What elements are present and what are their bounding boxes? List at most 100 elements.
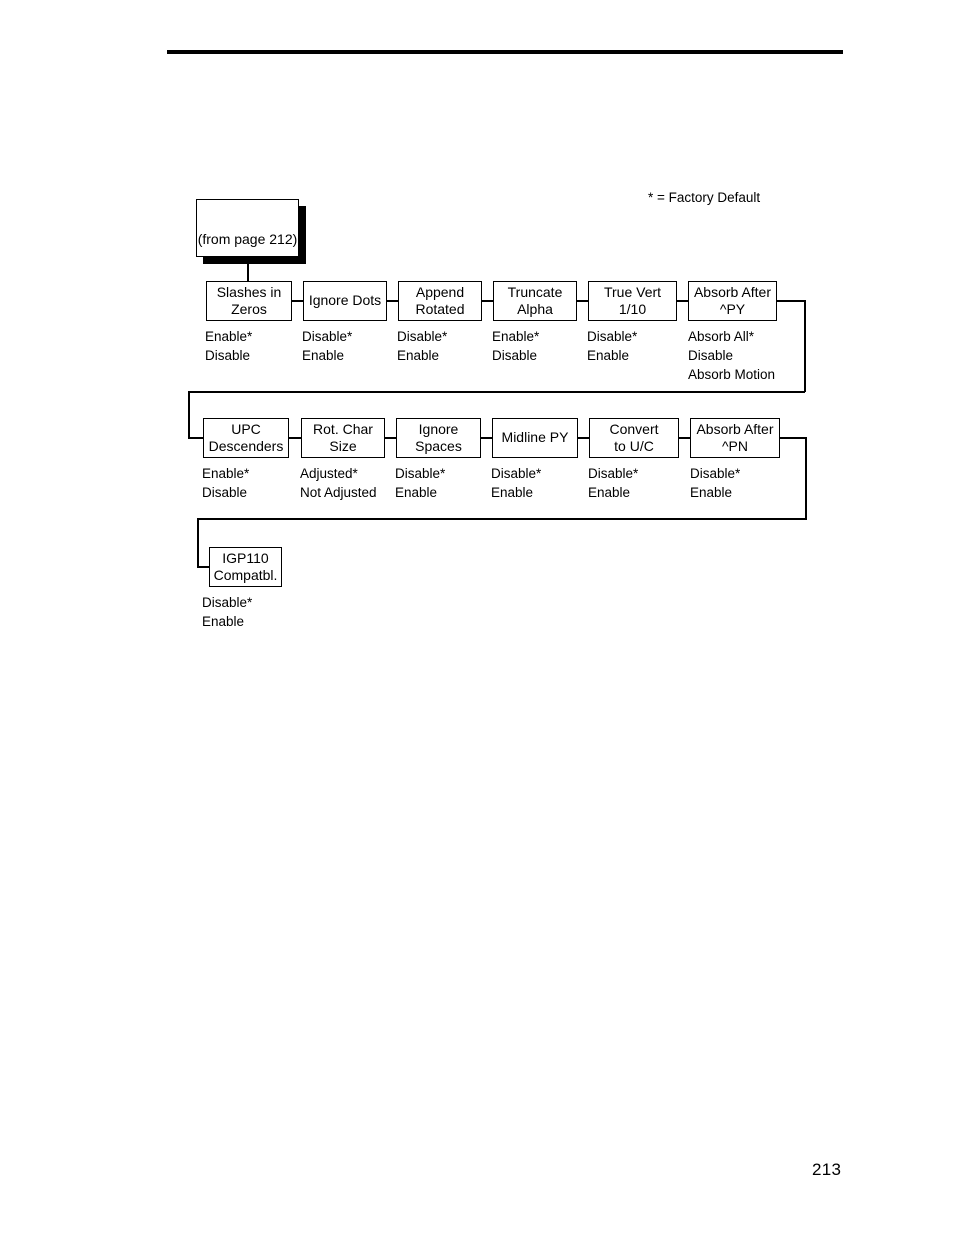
- connector-row2-wrap-down: [188, 391, 190, 438]
- node-upc-descenders[interactable]: UPC Descenders: [203, 418, 289, 458]
- node-slashes-in-zeros[interactable]: Slashes in Zeros: [206, 281, 292, 321]
- node-true-vert-1-10[interactable]: True Vert 1/10: [588, 281, 677, 321]
- node-igp110-compatbl[interactable]: IGP110 Compatbl.: [209, 547, 282, 587]
- option-item[interactable]: Not Adjusted: [300, 483, 377, 502]
- node-label-line1: UPC: [231, 420, 261, 437]
- option-item[interactable]: Enable*: [202, 464, 249, 483]
- node-label-line1: Truncate: [507, 283, 563, 300]
- option-item[interactable]: Absorb Motion: [688, 365, 775, 384]
- options-ignore-dots: Disable* Enable: [302, 327, 352, 365]
- source-node-from-page: (from page 212): [196, 199, 299, 257]
- options-true-vert-1-10: Disable* Enable: [587, 327, 637, 365]
- node-label-line1: Ignore: [418, 420, 459, 437]
- connector-row1-wrap-back: [188, 391, 805, 393]
- option-item[interactable]: Enable: [302, 346, 352, 365]
- node-label-line2: Spaces: [415, 438, 462, 454]
- node-label-line2: Alpha: [517, 301, 553, 317]
- connector-row3-wrap-down: [197, 518, 199, 567]
- connector-row1-4-5: [577, 300, 588, 302]
- options-ignore-spaces: Disable* Enable: [395, 464, 445, 502]
- option-item[interactable]: Disable*: [587, 327, 637, 346]
- option-item[interactable]: Disable: [202, 483, 249, 502]
- option-item[interactable]: Enable*: [492, 327, 539, 346]
- connector-row2-2-3: [385, 437, 396, 439]
- options-convert-to-uc: Disable* Enable: [588, 464, 638, 502]
- node-ignore-dots[interactable]: Ignore Dots: [303, 281, 387, 321]
- node-label-line2: 1/10: [618, 301, 647, 317]
- connector-row2-5-6: [679, 437, 690, 439]
- option-item[interactable]: Disable*: [202, 593, 252, 612]
- options-slashes-in-zeros: Enable* Disable: [205, 327, 252, 365]
- node-label-line2: Compatbl.: [213, 567, 278, 583]
- connector-row2-3-4: [481, 437, 492, 439]
- connector-row1-2-3: [387, 300, 398, 302]
- option-item[interactable]: Enable: [491, 483, 541, 502]
- node-label-line2: ^PY: [719, 301, 746, 317]
- connector-row2-wrap-out: [780, 437, 807, 439]
- options-igp110-compatbl: Disable* Enable: [202, 593, 252, 631]
- node-label-line2: to U/C: [614, 438, 654, 454]
- node-label-line1: Rot. Char: [313, 420, 373, 437]
- node-label-line2: Zeros: [231, 301, 267, 317]
- option-item[interactable]: Adjusted*: [300, 464, 377, 483]
- node-label-line1: Slashes in: [216, 283, 282, 300]
- connector-row1-wrap-down: [804, 300, 806, 392]
- node-label-line2: Size: [329, 438, 357, 454]
- options-absorb-after-py: Absorb All* Disable Absorb Motion: [688, 327, 775, 384]
- node-truncate-alpha[interactable]: Truncate Alpha: [493, 281, 577, 321]
- option-item[interactable]: Enable: [690, 483, 740, 502]
- node-absorb-after-pn[interactable]: Absorb After ^PN: [690, 418, 780, 458]
- options-truncate-alpha: Enable* Disable: [492, 327, 539, 365]
- connector-row1-5-6: [677, 300, 688, 302]
- option-item[interactable]: Disable*: [690, 464, 740, 483]
- option-item[interactable]: Enable: [202, 612, 252, 631]
- option-item[interactable]: Disable: [688, 346, 775, 365]
- connector-row2-wrap-down: [805, 437, 807, 519]
- node-absorb-after-py[interactable]: Absorb After ^PY: [688, 281, 777, 321]
- option-item[interactable]: Disable*: [397, 327, 447, 346]
- option-item[interactable]: Enable: [395, 483, 445, 502]
- options-absorb-after-pn: Disable* Enable: [690, 464, 740, 502]
- option-item[interactable]: Disable*: [588, 464, 638, 483]
- node-label-line2: Descenders: [208, 438, 284, 454]
- node-append-rotated[interactable]: Append Rotated: [398, 281, 482, 321]
- node-label-line1: Absorb After: [693, 283, 772, 300]
- node-label-line1: Absorb After: [696, 420, 774, 437]
- option-item[interactable]: Disable: [492, 346, 539, 365]
- source-node-label: (from page 212): [197, 230, 298, 247]
- option-item[interactable]: Enable: [587, 346, 637, 365]
- option-item[interactable]: Disable*: [491, 464, 541, 483]
- factory-default-legend: * = Factory Default: [648, 190, 761, 205]
- node-label-line1: Ignore Dots: [308, 292, 382, 309]
- node-label-line2: ^PN: [721, 438, 749, 454]
- node-label-line1: Convert: [609, 420, 659, 437]
- connector-row2-wrap-back: [197, 518, 807, 520]
- connector-row1-wrap-out: [777, 300, 805, 302]
- node-convert-to-uc[interactable]: Convert to U/C: [589, 418, 679, 458]
- option-item[interactable]: Enable*: [205, 327, 252, 346]
- document-page: * = Factory Default (from page 212) Slas…: [0, 0, 954, 1235]
- options-append-rotated: Disable* Enable: [397, 327, 447, 365]
- options-rot-char-size: Adjusted* Not Adjusted: [300, 464, 377, 502]
- page-number: 213: [812, 1160, 842, 1179]
- connector-row2-wrap-in: [188, 437, 204, 439]
- node-label-line1: Append: [415, 283, 465, 300]
- connector-row1-3-4: [482, 300, 493, 302]
- connector-row2-4-5: [578, 437, 589, 439]
- node-ignore-spaces[interactable]: Ignore Spaces: [396, 418, 481, 458]
- option-item[interactable]: Absorb All*: [688, 327, 775, 346]
- node-midline-py[interactable]: Midline PY: [492, 418, 578, 458]
- node-label-line1: True Vert: [603, 283, 662, 300]
- header-rule: [167, 50, 843, 54]
- option-item[interactable]: Disable*: [395, 464, 445, 483]
- node-rot-char-size[interactable]: Rot. Char Size: [301, 418, 385, 458]
- option-item[interactable]: Disable*: [302, 327, 352, 346]
- options-midline-py: Disable* Enable: [491, 464, 541, 502]
- option-item[interactable]: Disable: [205, 346, 252, 365]
- options-upc-descenders: Enable* Disable: [202, 464, 249, 502]
- node-label-line1: Midline PY: [501, 429, 569, 446]
- node-label-line2: Rotated: [415, 301, 465, 317]
- connector-row2-1-2: [289, 437, 301, 439]
- option-item[interactable]: Enable: [588, 483, 638, 502]
- option-item[interactable]: Enable: [397, 346, 447, 365]
